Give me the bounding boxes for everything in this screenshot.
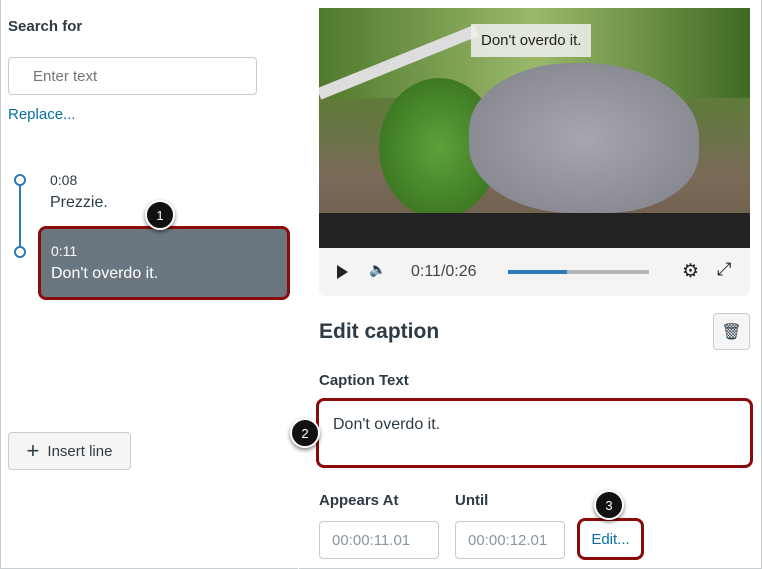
gear-icon[interactable]: ⚙ xyxy=(682,260,699,283)
progress-fill xyxy=(508,270,568,274)
appears-at-label: Appears At xyxy=(319,492,399,509)
plus-icon: + xyxy=(26,438,40,463)
edit-caption-title: Edit caption xyxy=(319,320,440,343)
until-label: Until xyxy=(455,492,489,509)
caption-text-label: Caption Text xyxy=(319,372,409,389)
appears-at-input[interactable]: 00:00:11.01 xyxy=(319,521,439,559)
fullscreen-icon[interactable]: ⤢ xyxy=(717,259,731,280)
caption-text: Don't overdo it. xyxy=(51,265,159,282)
play-icon[interactable] xyxy=(337,265,348,279)
trash-icon: 🗑 xyxy=(721,323,742,341)
until-input[interactable]: 00:00:12.01 xyxy=(455,521,565,559)
caption-overlay: Don't overdo it. xyxy=(471,24,592,57)
callout-badge: 1 xyxy=(145,200,175,230)
timeline-node-icon xyxy=(14,246,26,258)
insert-line-label: Insert line xyxy=(47,442,113,460)
volume-icon[interactable]: 🔈 xyxy=(369,261,386,278)
callout-badge: 3 xyxy=(594,490,624,520)
caption-time: 0:08 xyxy=(50,172,78,188)
timeline-node-icon xyxy=(14,174,26,186)
progress-bar[interactable] xyxy=(508,270,649,274)
insert-line-button[interactable]: + Insert line xyxy=(8,432,131,470)
time-display: 0:11/0:26 xyxy=(411,263,477,280)
callout-badge: 2 xyxy=(290,418,320,448)
caption-item[interactable]: 0:08 Prezzie. xyxy=(50,172,108,212)
caption-item-selected[interactable]: 0:11 Don't overdo it. xyxy=(38,226,290,300)
timeline-line xyxy=(19,180,21,252)
edit-link[interactable]: Edit... xyxy=(577,518,644,560)
search-label: Search for xyxy=(8,18,83,35)
video-frame[interactable]: Don't overdo it. xyxy=(319,8,750,248)
caption-text-input[interactable]: Don't overdo it. xyxy=(316,398,753,468)
video-letterbox xyxy=(319,213,750,248)
divider xyxy=(298,0,299,569)
video-cat xyxy=(469,63,699,213)
search-input[interactable] xyxy=(8,57,257,95)
video-controls: 🔈 0:11/0:26 ⚙ ⤢ xyxy=(319,248,750,296)
replace-link[interactable]: Replace... xyxy=(8,106,76,123)
caption-text: Prezzie. xyxy=(50,194,108,211)
caption-time: 0:11 xyxy=(51,243,78,259)
delete-button[interactable]: 🗑 xyxy=(713,313,750,350)
